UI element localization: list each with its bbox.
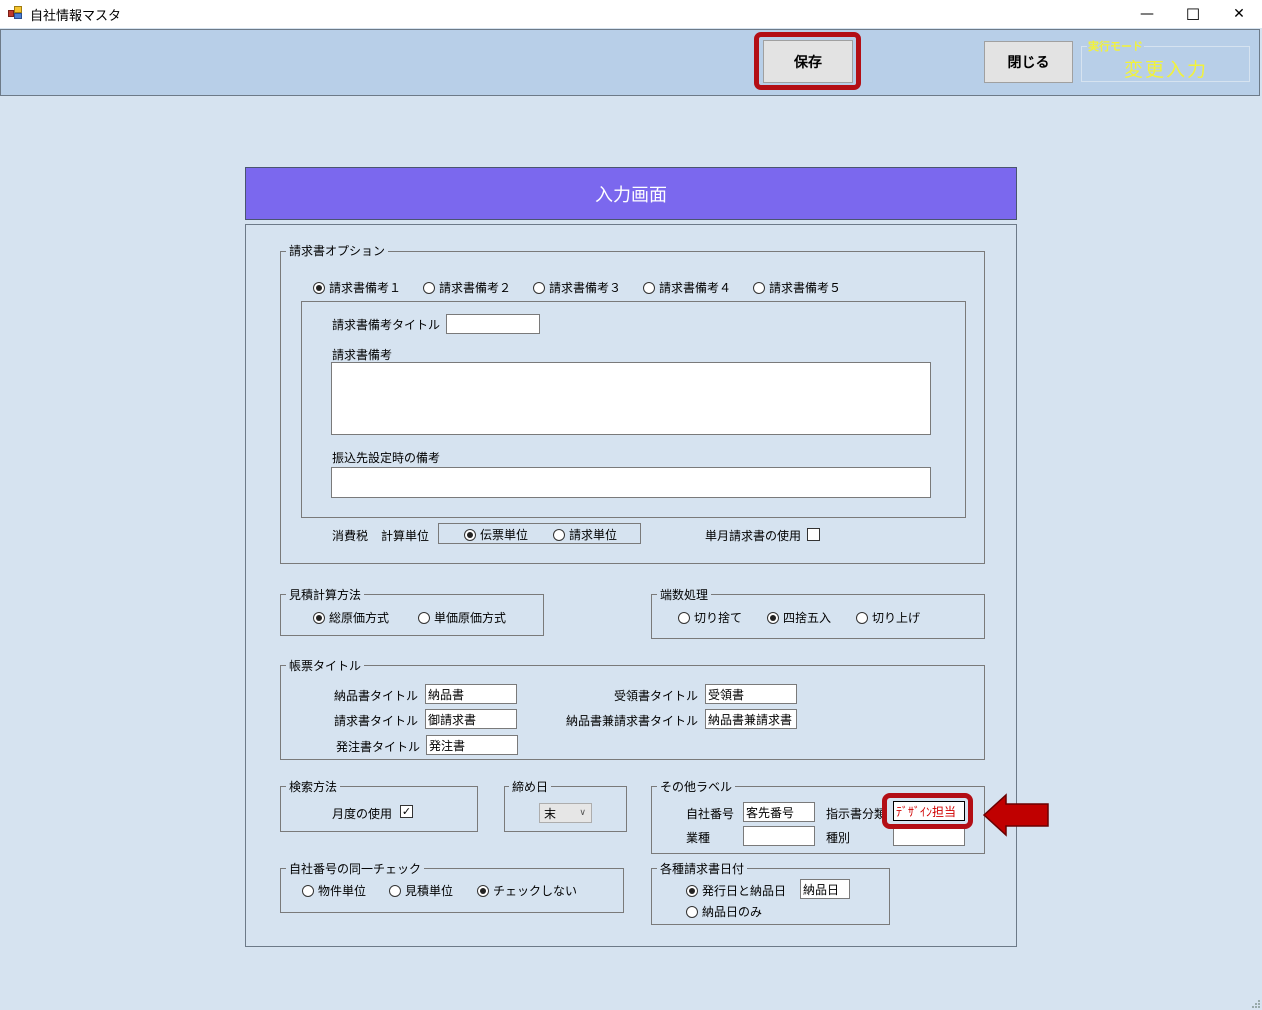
number-check-none[interactable]: チェックしない: [477, 882, 577, 899]
window-title: 自社情報マスタ: [30, 9, 122, 24]
remark-tab-1[interactable]: 請求書備考１: [313, 279, 401, 296]
radio-icon: [767, 611, 779, 624]
number-check-estimate[interactable]: 見積単位: [389, 882, 453, 899]
rounding-up[interactable]: 切り上げ: [856, 609, 920, 626]
instruction-class-highlight-annotation: [882, 793, 973, 829]
receipt-title-input[interactable]: 受領書: [705, 684, 797, 704]
delivery-invoice-title-input[interactable]: 納品書兼請求書: [705, 709, 797, 729]
transfer-remark-input[interactable]: [331, 467, 931, 498]
remark-title-input[interactable]: [446, 314, 540, 334]
title-bar: 自社情報マスタ — ☐ ✕: [0, 0, 1262, 28]
delivery-title-input[interactable]: 納品書: [425, 684, 517, 704]
month-use-checkbox[interactable]: ✓: [400, 805, 413, 818]
estimate-total-cost[interactable]: 総原価方式: [313, 609, 389, 626]
radio-icon: [553, 528, 565, 541]
closing-day-label: 締め日: [509, 778, 552, 795]
invoice-title-label: 請求書タイトル: [334, 714, 419, 728]
single-month-checkbox[interactable]: [807, 528, 820, 541]
calc-unit-label: 計算単位: [381, 529, 430, 543]
tax-label: 消費税: [332, 529, 369, 543]
remark-tab-2[interactable]: 請求書備考２: [423, 279, 511, 296]
invoice-date-delivery-only[interactable]: 納品日のみ: [686, 903, 762, 920]
radio-icon: [464, 528, 476, 541]
mode-label: 実行モード: [1087, 38, 1144, 54]
arrow-left-icon: [982, 793, 1049, 837]
category-label: 種別: [826, 831, 851, 845]
mode-value: 変更入力: [1123, 59, 1208, 81]
radio-icon: [678, 611, 690, 624]
delivery-title-label: 納品書タイトル: [334, 689, 419, 703]
invoice-date-label: 各種請求書日付: [657, 860, 748, 877]
maximize-icon: ☐: [1185, 4, 1201, 24]
other-labels-label: その他ラベル: [657, 778, 736, 795]
save-button[interactable]: 保存: [763, 40, 853, 83]
calc-unit-invoice[interactable]: 請求単位: [553, 526, 617, 543]
radio-icon: [389, 884, 401, 897]
remark-title-label: 請求書備考タイトル: [332, 318, 441, 332]
radio-icon: [533, 281, 545, 294]
radio-icon: [477, 884, 489, 897]
minimize-button[interactable]: —: [1124, 0, 1170, 28]
delivery-date-label-input[interactable]: 納品日: [800, 879, 850, 899]
industry-input[interactable]: [743, 826, 815, 846]
own-number-input[interactable]: 客先番号: [743, 802, 815, 822]
rounding-label: 端数処理: [657, 586, 712, 603]
radio-icon: [686, 884, 698, 897]
close-button[interactable]: 閉じる: [984, 41, 1073, 83]
invoice-date-issue-and-delivery[interactable]: 発行日と納品日: [686, 882, 786, 899]
rounding-half[interactable]: 四捨五入: [767, 609, 831, 626]
form-header: 入力画面: [245, 167, 1017, 220]
estimate-unit-cost[interactable]: 単価原価方式: [418, 609, 506, 626]
transfer-remark-label: 振込先設定時の備考: [332, 451, 441, 465]
delivery-invoice-title-label: 納品書兼請求書タイトル: [566, 714, 699, 728]
instruction-class-label: 指示書分類: [826, 807, 886, 821]
chevron-down-icon: ∨: [579, 808, 586, 818]
order-title-input[interactable]: 発注書: [426, 735, 518, 755]
maximize-button[interactable]: ☐: [1170, 0, 1216, 28]
search-method-label: 検索方法: [286, 778, 341, 795]
number-check-property[interactable]: 物件単位: [302, 882, 366, 899]
radio-icon: [313, 611, 325, 624]
category-input[interactable]: [893, 826, 965, 846]
radio-icon: [418, 611, 430, 624]
close-icon: ✕: [1233, 6, 1245, 22]
estimate-method-label: 見積計算方法: [286, 586, 365, 603]
invoice-options-label: 請求書オプション: [286, 242, 389, 259]
month-use-label: 月度の使用: [332, 807, 393, 821]
minimize-icon: —: [1140, 6, 1154, 22]
remark-label: 請求書備考: [332, 348, 393, 362]
radio-icon: [686, 905, 698, 918]
remark-tab-5[interactable]: 請求書備考５: [753, 279, 841, 296]
receipt-title-label: 受領書タイトル: [614, 689, 699, 703]
number-check-label: 自社番号の同一チェック: [286, 860, 425, 877]
check-icon: ✓: [401, 805, 412, 818]
calc-unit-slip[interactable]: 伝票単位: [464, 526, 528, 543]
invoice-title-input[interactable]: 御請求書: [425, 709, 517, 729]
page-title: 入力画面: [595, 184, 667, 206]
remark-tab-3[interactable]: 請求書備考３: [533, 279, 621, 296]
closing-day-select[interactable]: 末 ∨: [539, 803, 592, 823]
own-number-label: 自社番号: [686, 807, 735, 821]
resize-grip-icon[interactable]: [1250, 998, 1260, 1008]
remark-textarea[interactable]: [331, 362, 931, 435]
order-title-label: 発注書タイトル: [336, 740, 421, 754]
radio-icon: [423, 281, 435, 294]
form-titles-label: 帳票タイトル: [286, 657, 365, 674]
remark-tab-4[interactable]: 請求書備考４: [643, 279, 731, 296]
rounding-down[interactable]: 切り捨て: [678, 609, 742, 626]
radio-icon: [313, 281, 325, 294]
app-icon: [8, 6, 22, 20]
single-month-label: 単月請求書の使用: [705, 529, 802, 543]
close-window-button[interactable]: ✕: [1216, 0, 1262, 28]
industry-label: 業種: [686, 831, 711, 845]
radio-icon: [643, 281, 655, 294]
radio-icon: [856, 611, 868, 624]
radio-icon: [302, 884, 314, 897]
radio-icon: [753, 281, 765, 294]
